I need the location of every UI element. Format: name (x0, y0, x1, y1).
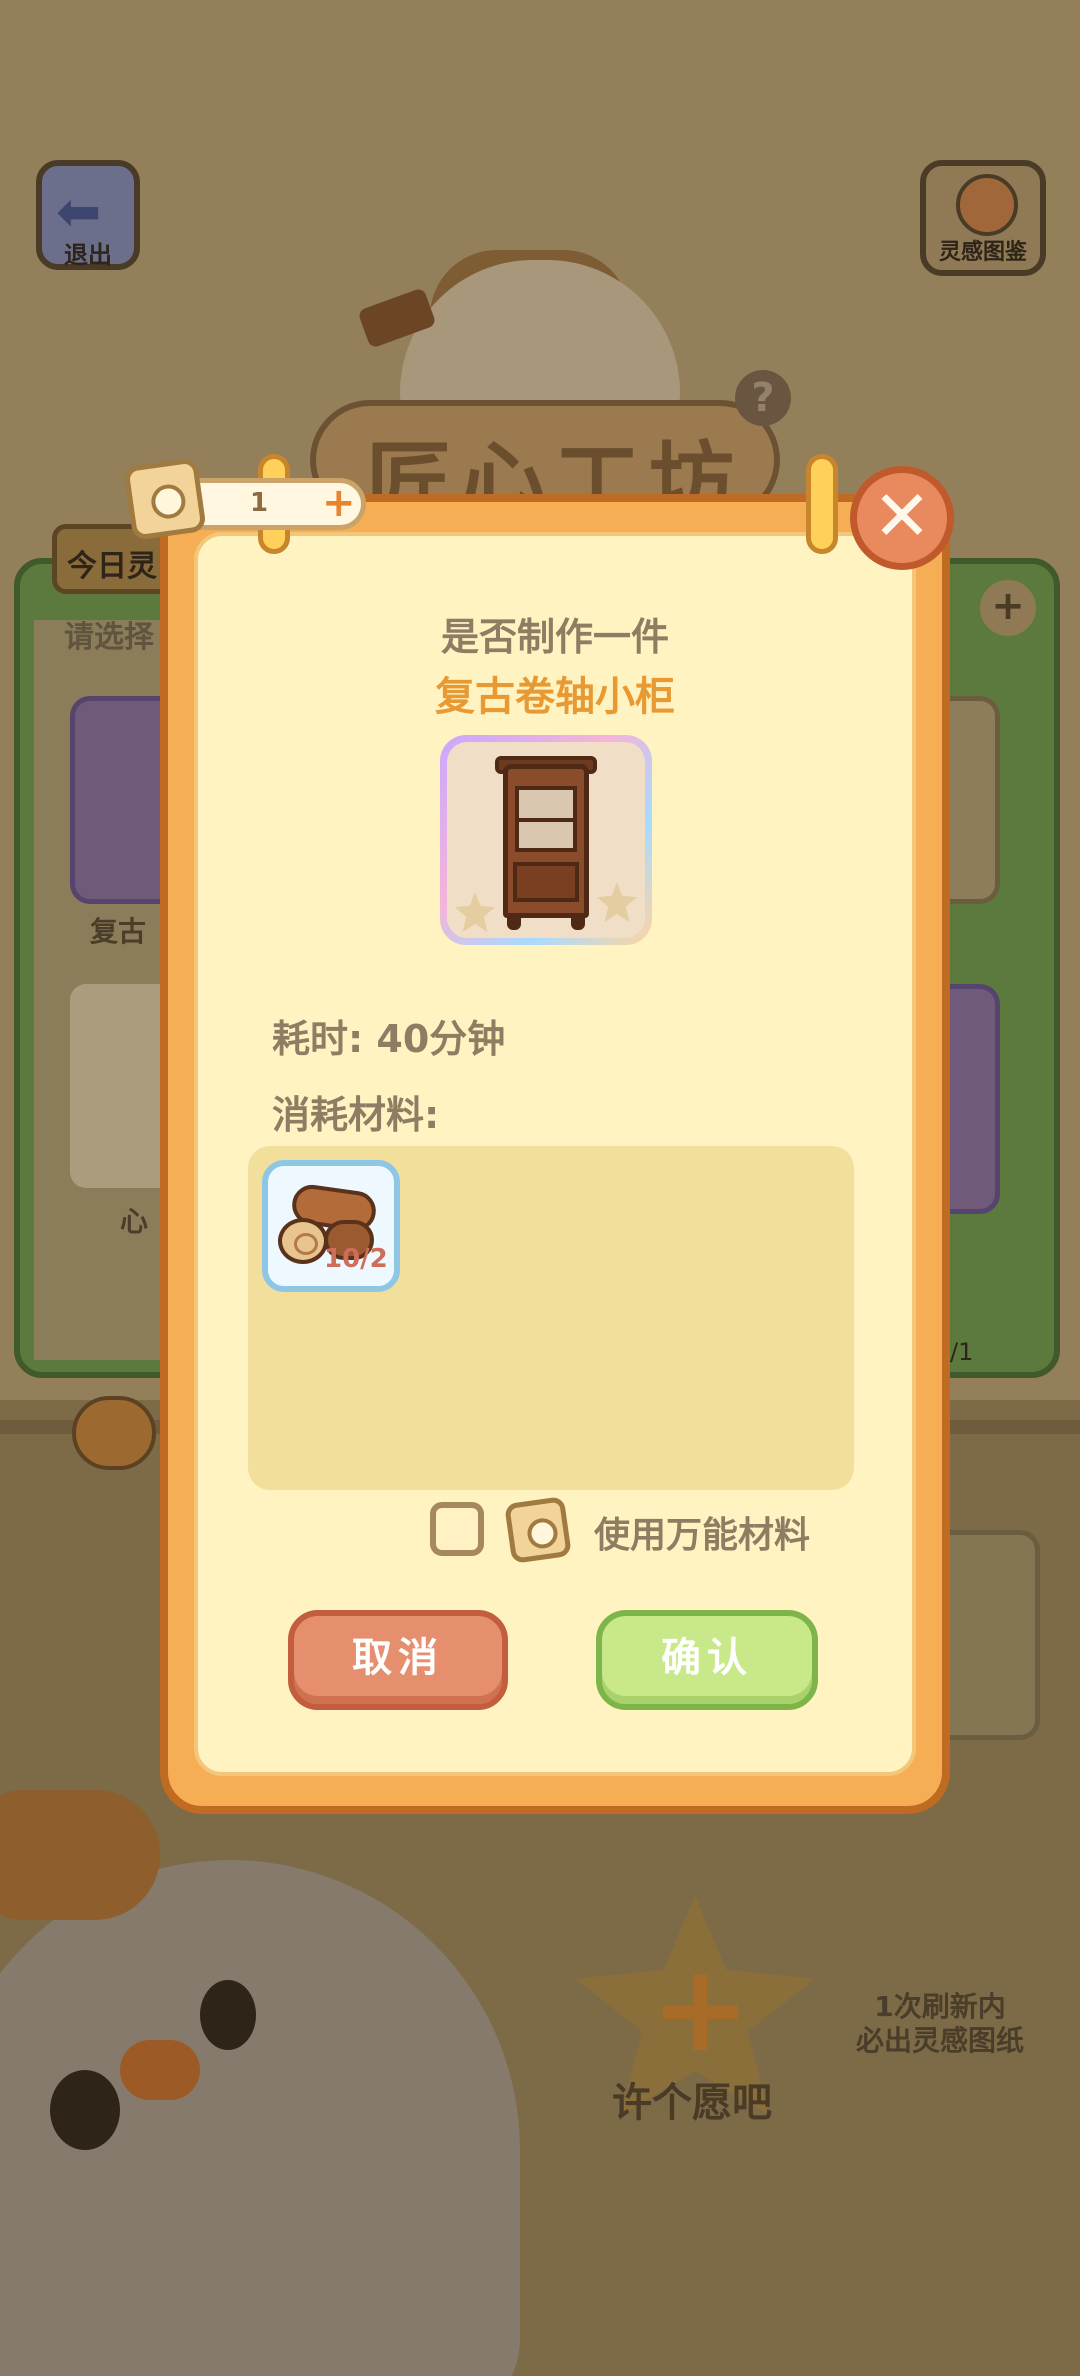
refresh-hint-line1: 1次刷新内 (874, 1990, 1006, 2023)
materials-title: 消耗材料: (272, 1093, 440, 1137)
slot-count: /1 (950, 1338, 974, 1366)
help-icon[interactable]: ? (735, 370, 791, 426)
blueprint-ticket-icon (123, 457, 207, 541)
cabinet-leg (507, 916, 521, 930)
universal-material-icon (504, 1496, 572, 1564)
pick-hint: 请选择 (64, 620, 154, 655)
duck-eye (50, 2070, 120, 2150)
item-name: 复古卷轴小柜 (435, 674, 675, 720)
star-decoration (455, 892, 495, 932)
ticket-count: 1 (250, 488, 269, 518)
cabinet-leg (571, 916, 585, 930)
refresh-hint: 1次刷新内 必出灵感图纸 (840, 1990, 1040, 2058)
add-icon[interactable]: + (980, 580, 1036, 636)
craft-time: 耗时: 40分钟 (272, 1017, 506, 1061)
use-universal-label: 使用万能材料 (594, 1515, 811, 1556)
recipe-card-label: 心 (120, 1205, 149, 1238)
inspiration-book-button[interactable]: 灵感图鉴 (920, 160, 1046, 276)
cabinet-drawer (513, 862, 579, 902)
wish-plus-icon: + (650, 1940, 751, 2079)
cancel-button[interactable]: 取消 (288, 1610, 508, 1710)
dialog-question: 是否制作一件 (440, 615, 669, 659)
duck-beak (120, 2040, 200, 2100)
material-count: 10/2 (324, 1244, 388, 1274)
close-button[interactable]: ✕ (850, 466, 954, 570)
cabinet-shelf (515, 818, 577, 822)
duck-pumpkin-hat (0, 1790, 160, 1920)
recipe-card-label: 复古 (90, 915, 147, 948)
wood-log-end-icon (278, 1218, 328, 1264)
today-tab-label: 今日灵 (67, 549, 157, 584)
scroll-rod (806, 454, 838, 554)
star-decoration (597, 882, 637, 922)
pumpkin-duck-icon (956, 174, 1018, 236)
refresh-hint-line2: 必出灵感图纸 (855, 2024, 1024, 2057)
pumpkin-icon[interactable] (72, 1396, 156, 1470)
exit-button[interactable]: ⬅ 退出 (36, 160, 140, 270)
exit-label: 退出 (64, 241, 112, 269)
duck-eye (200, 1980, 256, 2050)
inspiration-label: 灵感图鉴 (938, 240, 1027, 265)
item-preview (440, 735, 652, 945)
add-ticket-button[interactable]: + (322, 478, 356, 528)
confirm-button[interactable]: 确认 (596, 1610, 818, 1710)
cabinet-icon (447, 742, 645, 938)
wish-label: 许个愿吧 (612, 2080, 772, 2126)
use-universal-checkbox[interactable] (430, 1502, 484, 1556)
back-arrow-icon: ⬅ (56, 180, 102, 243)
